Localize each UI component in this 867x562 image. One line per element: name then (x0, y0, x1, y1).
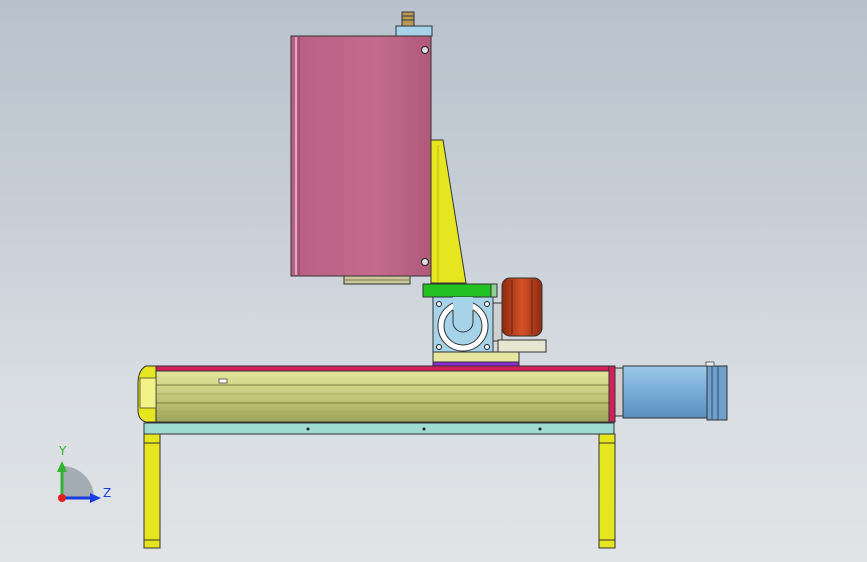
servo-motor[interactable] (614, 361, 728, 421)
triad-plane-shade (62, 466, 94, 498)
cad-model-drawing[interactable]: Y Z (0, 0, 867, 562)
gearbox[interactable] (432, 296, 494, 354)
axis-triad: Y Z (57, 444, 111, 503)
housing-block[interactable] (290, 35, 432, 277)
z-axis-label: Z (103, 486, 111, 500)
mounting-plate[interactable] (422, 283, 498, 298)
right-leg[interactable] (598, 433, 616, 549)
base-frame[interactable] (143, 422, 615, 435)
y-axis-label: Y (58, 444, 67, 458)
support-bracket[interactable] (430, 139, 467, 284)
cad-graphics-viewport[interactable]: Y Z (0, 0, 867, 562)
z-arrow-head (90, 493, 101, 503)
x-axis-dot (58, 494, 66, 502)
rail-end-cap (137, 365, 157, 423)
housing-bottom-cylinder (343, 275, 411, 285)
left-leg[interactable] (143, 433, 161, 549)
brake-drum[interactable] (492, 277, 543, 346)
linear-rail[interactable] (151, 365, 616, 423)
top-fitting (395, 11, 433, 37)
